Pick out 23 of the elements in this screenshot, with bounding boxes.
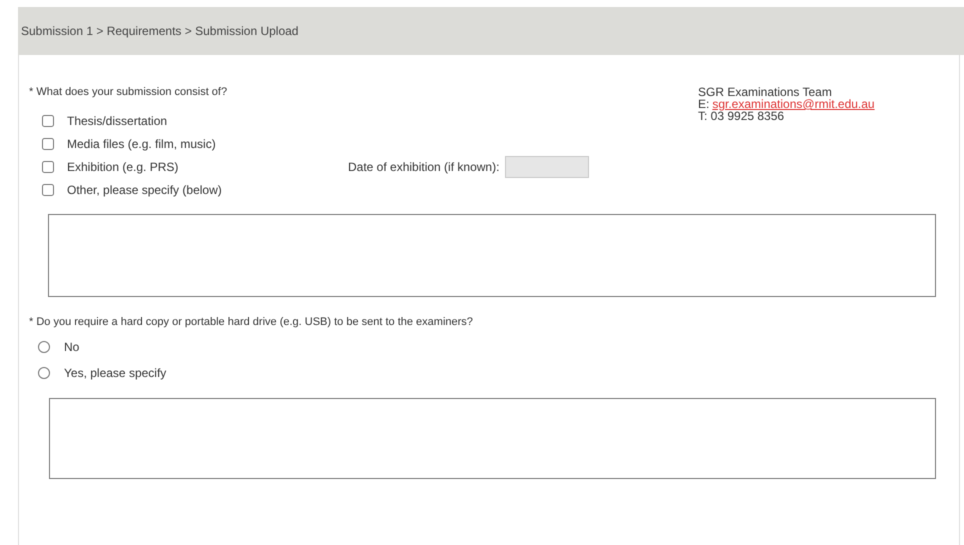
radio-button[interactable] <box>38 341 50 353</box>
email-prefix: E: <box>698 98 710 110</box>
checkbox[interactable] <box>42 114 54 126</box>
checkbox-label: Other, please specify (below) <box>67 182 223 198</box>
checkbox[interactable] <box>42 160 54 172</box>
radio-label: No <box>64 339 80 356</box>
radio-label: Yes, please specify <box>64 365 166 382</box>
question-label: * What does your submission consist of? <box>29 85 228 100</box>
checkbox[interactable] <box>42 184 54 196</box>
question-label: * Do you require a hard copy or portable hard drive (e.g. USB) to be sent to the examiners? <box>29 314 474 330</box>
date-field[interactable] <box>505 156 590 178</box>
breadcrumb: Submission 1 > Requirements > Submission Upload <box>21 23 298 40</box>
contact-team: SGR Examinations Team <box>698 86 833 98</box>
checkbox-label: Thesis/dissertation <box>67 112 168 130</box>
checkbox-label: Exhibition (e.g. PRS) <box>67 158 180 176</box>
text-area[interactable] <box>48 214 936 296</box>
email-link[interactable]: sgr.examinations@rmit.edu.au <box>712 98 875 110</box>
text-area[interactable] <box>49 398 936 479</box>
checkbox-label: Media files (e.g. film, music) <box>67 136 217 152</box>
contact-phone: T: 03 9925 8356 <box>698 110 784 122</box>
date-label: Date of exhibition (if known): <box>348 158 500 176</box>
radio-button[interactable] <box>38 367 50 379</box>
checkbox[interactable] <box>42 138 54 150</box>
